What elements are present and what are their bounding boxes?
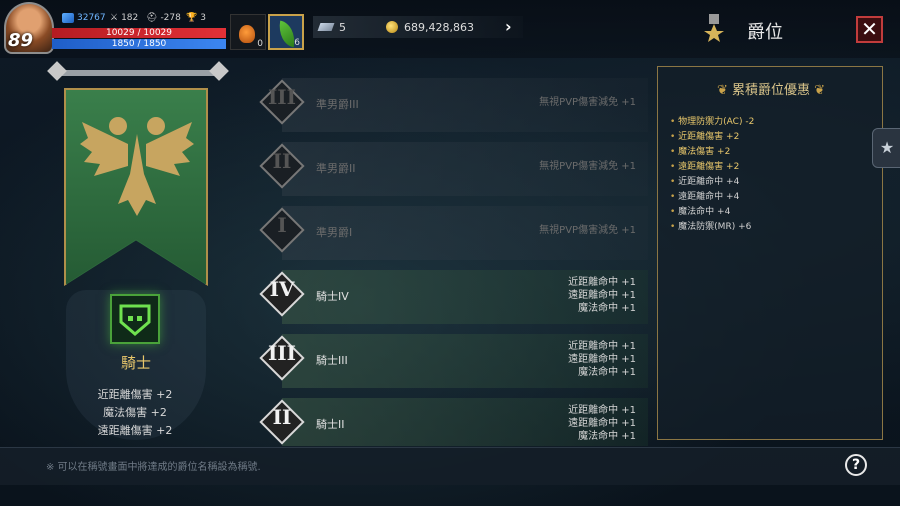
rank-list[interactable]: III 準男爵III 無視PVP傷害減免 +1 II 準男爵II 無視PVP傷害… [258,74,650,446]
character-level: 89 [8,30,34,51]
cumulative-item: 魔法命中 +4 [670,205,754,220]
rank-label: 準男爵II [316,162,356,175]
current-rank-bonus: 近距離傷害 +2 [97,388,173,401]
rank-numeral: II [272,149,292,173]
rank-effects: 無視PVP傷害減免 +1 [539,225,636,236]
rank-numeral: IV [269,277,295,301]
potion-icon [239,25,255,43]
chevron-right-icon[interactable]: › [505,17,512,36]
gold-count: 689,428,863 [404,20,474,34]
rank-effects: 無視PVP傷害減免 +1 [539,97,636,108]
hp-bar: 10029 / 10029 [52,28,226,38]
current-rank-bonus: 遠距離傷害 +2 [97,424,173,437]
gold-coin-icon [386,21,398,33]
trophy-icon: 🏆 [186,13,198,23]
helmet-icon: ⛑ [146,13,158,23]
rank-row[interactable]: III 準男爵III 無視PVP傷害減免 +1 [258,74,650,134]
cumulative-item: 物理防禦力(AC) -2 [670,115,754,130]
rank-numeral: III [267,341,297,365]
cumulative-item: 魔法傷害 +2 [670,145,754,160]
rank-label: 準男爵I [316,226,353,239]
rank-label: 騎士III [316,354,348,367]
trophy-stat: 🏆 3 [186,13,206,23]
power-stat: 32767 [62,13,106,23]
rank-effects: 近距離命中 +1 遠距離命中 +1 魔法命中 +1 [568,277,636,314]
power-icon [62,13,74,23]
rank-label: 準男爵III [316,98,359,111]
footer-bar: ※ 可以在稱號畫面中將達成的爵位名稱設為稱號. ? [0,447,900,485]
star-icon: ★ [879,138,895,157]
defense-stat: ⛑ -278 [146,13,181,23]
laurel-right-icon: ❦ [810,83,826,98]
rank-label: 騎士IV [316,290,349,303]
leaf-slot[interactable]: 6 [268,14,304,50]
rank-row[interactable]: II 騎士II 近距離命中 +1 遠距離命中 +1 魔法命中 +1 [258,394,650,446]
attack-stat: ⚔ 182 [110,13,139,23]
rank-numeral: III [267,85,297,109]
rank-row[interactable]: I 準男爵I 無視PVP傷害減免 +1 [258,202,650,262]
side-star-tab[interactable]: ★ [872,128,900,168]
close-button[interactable]: ✕ [856,16,883,43]
cumulative-item: 魔法防禦(MR) +6 [670,220,754,235]
cumulative-title: ❦ 累積爵位優惠 ❦ [716,83,826,98]
cumulative-list: 物理防禦力(AC) -2 近距離傷害 +2 魔法傷害 +2 遠距離傷害 +2 近… [670,115,754,235]
top-hud: 89 32767 ⚔ 182 ⛑ -278 🏆 3 10029 / 10029 … [0,0,900,58]
cumulative-item: 近距離命中 +4 [670,175,754,190]
cumulative-item: 遠距離命中 +4 [670,190,754,205]
cumulative-benefits-panel[interactable]: ❦ 累積爵位優惠 ❦ 物理防禦力(AC) -2 近距離傷害 +2 魔法傷害 +2… [657,66,883,440]
gem-count: 5 [339,20,346,34]
rank-numeral: I [277,213,287,237]
swords-icon: ⚔ [110,13,119,23]
rank-effects: 近距離命中 +1 遠距離命中 +1 魔法命中 +1 [568,341,636,378]
rank-numeral: II [272,405,292,429]
medal-icon [704,14,724,42]
rank-label: 騎士II [316,418,345,431]
laurel-left-icon: ❦ [716,83,732,98]
cumulative-item: 遠距離傷害 +2 [670,160,754,175]
cumulative-item: 近距離傷害 +2 [670,130,754,145]
footer-note: ※ 可以在稱號畫面中將達成的爵位名稱設為稱號. [46,462,261,473]
mp-bar: 1850 / 1850 [52,39,226,49]
rank-effects: 無視PVP傷害減免 +1 [539,161,636,172]
currency-bar: 5 689,428,863 [313,16,523,38]
current-rank-bonus: 魔法傷害 +2 [103,406,167,419]
rank-effects: 近距離命中 +1 遠距離命中 +1 魔法命中 +1 [568,405,636,442]
current-rank-name: 騎士 [120,354,151,372]
double-headed-eagle-icon [80,117,194,216]
rank-row[interactable]: III 騎士III 近距離命中 +1 遠距離命中 +1 魔法命中 +1 [258,330,650,390]
potion-slot[interactable]: 0 [230,14,266,50]
banner-rod [47,61,229,81]
help-button[interactable]: ? [845,454,867,476]
rank-emblem-icon [110,294,160,344]
rank-row[interactable]: II 準男爵II 無視PVP傷害減免 +1 [258,138,650,198]
rank-row[interactable]: IV 騎士IV 近距離命中 +1 遠距離命中 +1 魔法命中 +1 [258,266,650,326]
page-title: 爵位 [747,22,783,43]
gem-icon [317,23,335,31]
